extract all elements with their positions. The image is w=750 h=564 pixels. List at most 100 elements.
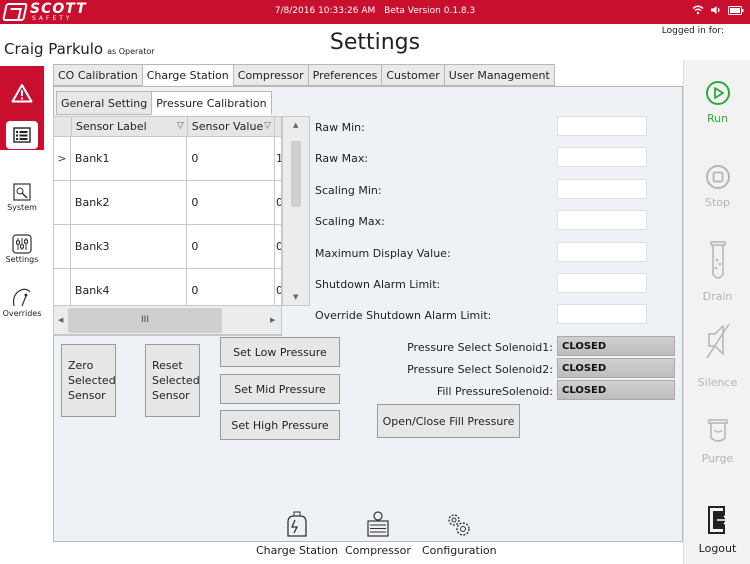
wifi-icon: [692, 5, 704, 15]
table-row[interactable]: > Bank1 0 1: [54, 137, 281, 181]
silence-button[interactable]: Silence: [684, 314, 750, 389]
logout-button[interactable]: Logout: [684, 504, 750, 555]
silence-label: Silence: [697, 376, 738, 389]
scroll-thumb[interactable]: III: [68, 308, 222, 333]
sidebar-item-label: System: [7, 203, 37, 212]
left-sidebar: System Settings Overrides: [0, 58, 44, 564]
stop-button[interactable]: Stop: [684, 164, 750, 209]
set-low-pressure-button[interactable]: Set Low Pressure: [220, 337, 340, 367]
row-selector: [54, 225, 71, 268]
tab-charge-station[interactable]: Charge Station: [141, 64, 233, 86]
grid-horizontal-scrollbar[interactable]: ◀ III ▶: [53, 305, 282, 335]
user-name: Craig Parkulo: [4, 40, 104, 58]
tab-general-setting[interactable]: General Setting: [56, 91, 152, 115]
filter-icon[interactable]: ▽: [264, 121, 271, 131]
scaling-max-label: Scaling Max:: [315, 215, 385, 228]
cell-sensor-value: 0: [187, 225, 276, 268]
page-title: Settings: [329, 30, 421, 55]
table-row[interactable]: Bank3 0 0: [54, 225, 281, 269]
warning-icon: [11, 84, 33, 103]
button-line: Zero: [68, 359, 94, 372]
reset-selected-sensor-button[interactable]: Reset Selected Sensor: [145, 344, 200, 417]
bottom-nav-configuration[interactable]: Configuration: [422, 512, 497, 557]
override-shutdown-alarm-limit-field[interactable]: [557, 304, 647, 324]
bottom-nav-label: Compressor: [345, 544, 411, 557]
gears-icon: [448, 514, 470, 536]
logout-label: Logout: [698, 542, 737, 555]
battery-icon: [728, 5, 744, 15]
top-bar: SCOTT SAFETY 7/8/2016 10:33:26 AM Beta V…: [0, 0, 750, 24]
button-line: Reset: [152, 359, 183, 372]
tab-pressure-calibration[interactable]: Pressure Calibration: [151, 91, 272, 115]
stop-icon: [705, 165, 730, 189]
raw-min-label: Raw Min:: [315, 121, 365, 134]
bottom-nav-label: Configuration: [422, 544, 497, 557]
grid-vertical-scrollbar[interactable]: ▲ ▼: [282, 116, 310, 306]
tab-co-calibration[interactable]: CO Calibration: [53, 64, 142, 86]
raw-max-label: Raw Max:: [315, 152, 369, 165]
sidebar-item-system[interactable]: System: [0, 182, 44, 212]
override-shutdown-alarm-limit-label: Override Shutdown Alarm Limit:: [315, 309, 492, 322]
top-info: 7/8/2016 10:33:26 AM Beta Version 0.1.8.…: [0, 6, 750, 16]
sidebar-item-settings[interactable]: Settings: [0, 234, 44, 264]
max-display-value-label: Maximum Display Value:: [315, 247, 451, 260]
zero-selected-sensor-button[interactable]: Zero Selected Sensor: [61, 344, 116, 417]
button-line: Sensor: [152, 389, 190, 402]
cell-sensor-label: Bank3: [71, 225, 188, 268]
tab-customer[interactable]: Customer: [381, 64, 444, 86]
scroll-thumb[interactable]: [291, 141, 301, 207]
logout-icon: [707, 506, 729, 534]
drain-icon: [709, 241, 726, 279]
cell-extra: 0: [275, 181, 281, 224]
column-header-sensor-label[interactable]: Sensor Label ▽: [72, 117, 188, 136]
row-selected-marker: >: [54, 137, 71, 180]
column-header-label: Sensor Value: [191, 120, 264, 133]
sidebar-item-overrides[interactable]: Overrides: [0, 286, 44, 318]
scroll-up-icon[interactable]: ▲: [293, 121, 298, 129]
cell-sensor-value: 0: [187, 181, 276, 224]
max-display-value-field[interactable]: [557, 242, 647, 262]
compressor-icon: [367, 511, 389, 537]
run-label: Run: [706, 112, 729, 125]
right-sidebar: Run Stop Drain Silence Purge Logout: [683, 60, 750, 564]
drain-button[interactable]: Drain: [684, 240, 750, 303]
table-row[interactable]: Bank2 0 0: [54, 181, 281, 225]
shutdown-alarm-limit-field[interactable]: [557, 273, 647, 293]
bottom-nav-compressor[interactable]: Compressor: [345, 511, 411, 557]
scaling-max-field[interactable]: [557, 210, 647, 230]
purge-button[interactable]: Purge: [684, 416, 750, 465]
run-button[interactable]: Run: [684, 80, 750, 125]
raw-min-field[interactable]: [557, 116, 647, 136]
sidebar-item-label: Settings: [5, 255, 39, 264]
tab-user-management[interactable]: User Management: [443, 64, 555, 86]
set-mid-pressure-button[interactable]: Set Mid Pressure: [220, 374, 340, 404]
scroll-right-icon[interactable]: ▶: [270, 316, 275, 324]
pressure-calibration-content: Sensor Label ▽ Sensor Value ▽ > Bank1 0 …: [53, 115, 683, 542]
alarm-button[interactable]: [0, 66, 44, 120]
fill-pressure-solenoid-label: Fill PressureSolenoid:: [436, 385, 553, 398]
column-header-extra: [275, 117, 281, 136]
status-icons: [692, 5, 744, 15]
bottom-nav-charge-station[interactable]: Charge Station: [256, 511, 338, 557]
scaling-min-field[interactable]: [557, 179, 647, 199]
button-line: Selected: [68, 374, 116, 387]
filter-icon[interactable]: ▽: [177, 121, 184, 131]
user-line: Craig Parkulo as Operator: [4, 40, 155, 58]
column-header-sensor-value[interactable]: Sensor Value ▽: [188, 117, 276, 136]
scroll-down-icon[interactable]: ▼: [293, 293, 298, 301]
app-window: SCOTT SAFETY 7/8/2016 10:33:26 AM Beta V…: [0, 0, 750, 564]
raw-max-field[interactable]: [557, 147, 647, 167]
open-close-fill-pressure-button[interactable]: Open/Close Fill Pressure: [377, 404, 520, 438]
play-icon: [705, 81, 730, 105]
tab-compressor[interactable]: Compressor: [232, 64, 308, 86]
sub-tabs: General Setting Pressure Calibration: [56, 91, 272, 115]
sliders-icon: [12, 234, 32, 254]
tab-preferences[interactable]: Preferences: [307, 64, 382, 86]
status-badge: CLOSED: [557, 336, 675, 356]
purge-label: Purge: [701, 452, 734, 465]
button-line: Sensor: [68, 389, 106, 402]
purge-icon: [707, 419, 728, 442]
scroll-left-icon[interactable]: ◀: [58, 316, 63, 324]
set-high-pressure-button[interactable]: Set High Pressure: [220, 410, 340, 440]
list-button[interactable]: [0, 120, 44, 150]
